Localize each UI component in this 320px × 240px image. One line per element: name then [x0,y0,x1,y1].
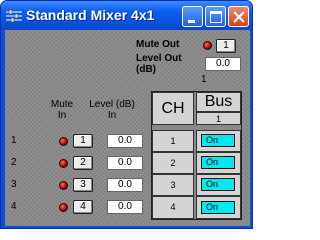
mute-out-led [203,41,212,50]
mute-in-led [59,137,68,146]
mute-out-button[interactable]: 1 [216,39,236,53]
minimize-button[interactable] [182,6,203,27]
ch-cell: 4 [152,196,194,219]
input-index: 4 [11,201,17,212]
mixer-app-icon [6,8,22,23]
level-in-field[interactable]: 0.0 [107,200,143,214]
master-index: 1 [201,74,207,85]
mute-in-led [59,203,68,212]
maximize-icon [210,11,222,23]
bus-on-button[interactable]: On [201,134,235,147]
input-index: 1 [11,135,17,146]
mute-in-header: Mute [50,99,74,110]
mixer-window: Standard Mixer 4x1 Mute Out 1 Level Out … [0,0,253,229]
minimize-icon [188,20,195,23]
window-title: Standard Mixer 4x1 [26,7,155,23]
maximize-button[interactable] [205,6,226,27]
bus-on-button[interactable]: On [201,201,235,214]
input-index: 2 [11,157,17,168]
level-out-unit-label: (dB) [136,64,156,75]
mute-in-header-sub: In [57,110,67,121]
level-in-header-sub: In [107,110,117,121]
mute-in-button[interactable]: 1 [73,134,93,148]
mute-in-button[interactable]: 4 [73,200,93,214]
mute-in-led [59,159,68,168]
bus-on-button[interactable]: On [201,156,235,169]
level-in-field[interactable]: 0.0 [107,156,143,170]
ch-cell: 1 [152,130,194,152]
level-out-label: Level Out [136,53,182,64]
bus-header: Bus [196,92,241,112]
close-icon [233,11,245,23]
ch-cell: 3 [152,174,194,196]
mute-in-button[interactable]: 3 [73,178,93,192]
level-in-field[interactable]: 0.0 [107,134,143,148]
bus-number: 1 [196,112,241,125]
mute-out-label: Mute Out [136,39,180,50]
title-bar[interactable]: Standard Mixer 4x1 [1,1,252,30]
input-index: 3 [11,179,17,190]
ch-header: CH [152,92,194,125]
bus-on-button[interactable]: On [201,178,235,191]
mute-in-led [59,181,68,190]
level-out-field[interactable]: 0.0 [205,57,241,71]
mixer-panel: Mute Out 1 Level Out (dB) 0.0 1 Mute In … [5,30,250,226]
level-in-field[interactable]: 0.0 [107,178,143,192]
ch-cell: 2 [152,152,194,174]
level-in-header: Level (dB) [89,99,135,110]
close-button[interactable] [228,6,249,27]
mute-in-button[interactable]: 2 [73,156,93,170]
